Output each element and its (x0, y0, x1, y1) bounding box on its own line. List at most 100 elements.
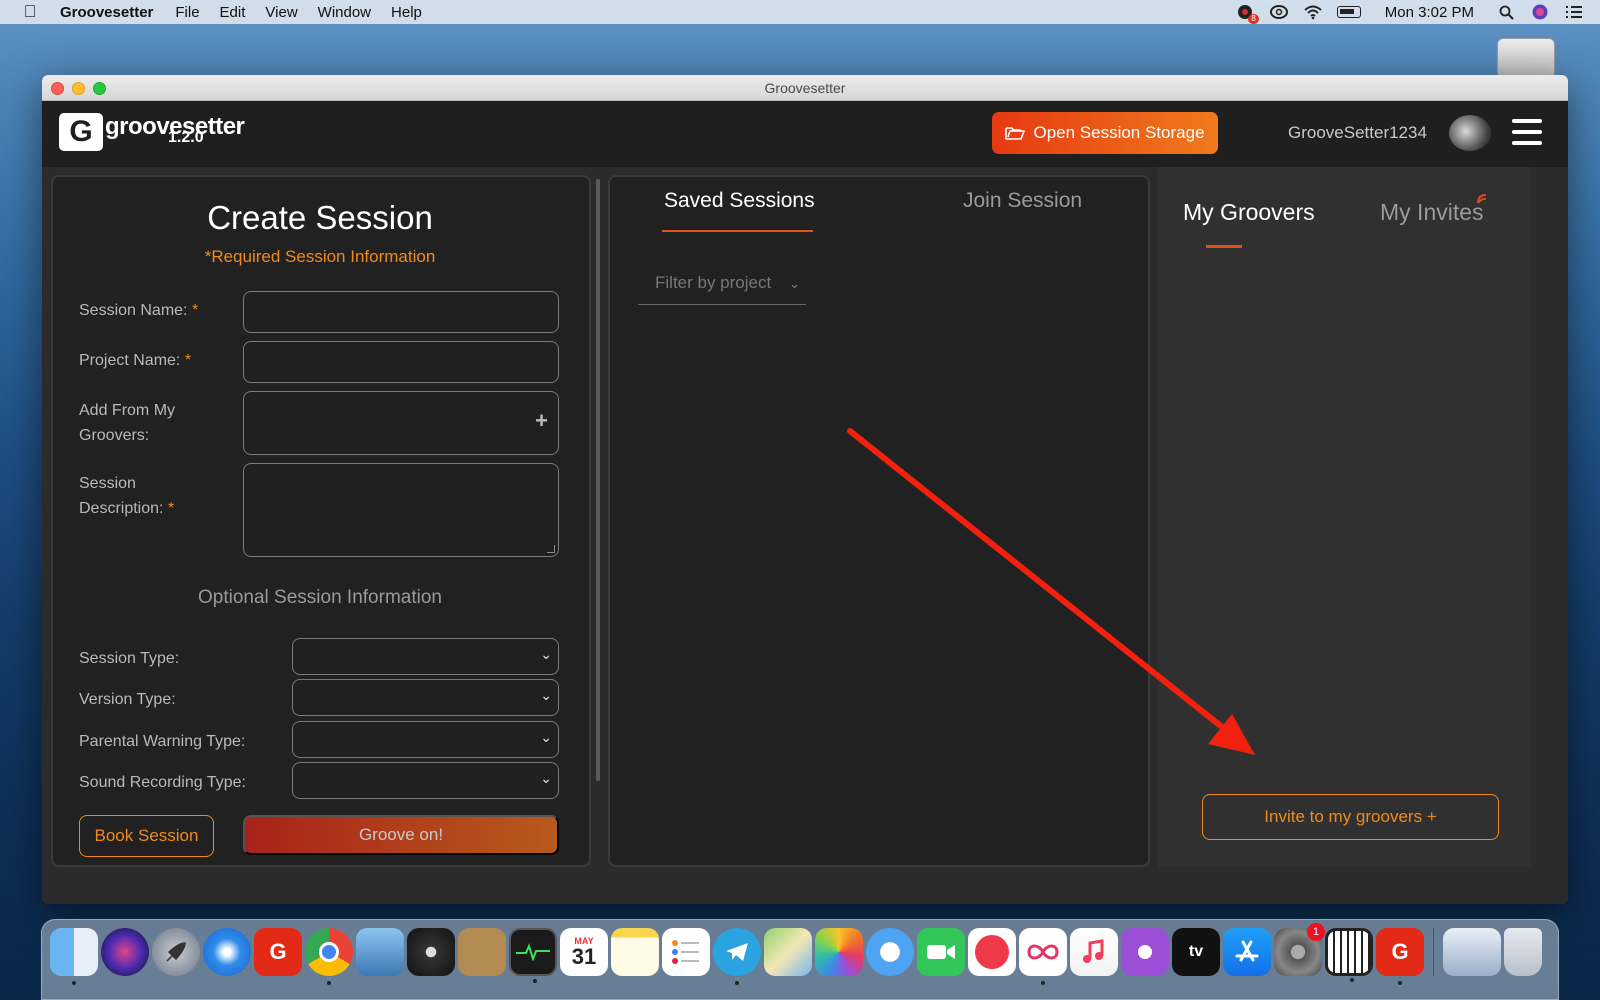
add-groovers-label-line1: Add From My (79, 402, 176, 419)
launchpad-icon[interactable] (152, 928, 200, 976)
sound-recording-select[interactable]: ⌄ (292, 762, 559, 799)
session-description-textarea[interactable] (243, 463, 559, 557)
contacts-icon[interactable] (458, 928, 506, 976)
book-session-button[interactable]: Book Session (79, 815, 214, 857)
filter-by-project-select[interactable]: Filter by project ⌄ (638, 267, 806, 305)
safari-icon[interactable] (203, 928, 251, 976)
tv-icon[interactable]: tv (1172, 928, 1220, 976)
invite-to-groovers-button[interactable]: Invite to my groovers + (1202, 794, 1499, 840)
parental-warning-select[interactable]: ⌄ (292, 721, 559, 758)
tv-label: tv (1188, 943, 1204, 960)
required-star: * (167, 500, 175, 517)
settings-badge: 1 (1307, 923, 1325, 941)
add-groovers-label-line2: Groovers: (79, 427, 150, 444)
tab-join-session[interactable]: Join Session (963, 189, 1082, 213)
session-name-input[interactable] (243, 291, 559, 333)
creative-cloud-icon[interactable] (1269, 4, 1289, 20)
session-name-label-text: Session Name: (79, 302, 188, 319)
optional-info-title: Optional Session Information (198, 587, 442, 608)
tab-my-groovers[interactable]: My Groovers (1183, 199, 1315, 226)
chrome-icon[interactable] (305, 928, 353, 985)
session-description-label-line2: Description: (79, 500, 164, 517)
trash-icon[interactable] (1504, 928, 1542, 976)
notes-icon[interactable] (611, 928, 659, 976)
hard-drive-desktop-icon[interactable] (1497, 38, 1555, 78)
groovesetter-icon[interactable]: G (254, 928, 302, 976)
create-panel-scrollbar[interactable] (596, 179, 600, 781)
window-minimize-button[interactable] (72, 82, 85, 95)
add-groovers-label: Add From My Groovers: (79, 398, 175, 448)
menu-edit[interactable]: Edit (220, 4, 246, 21)
wifi-icon[interactable] (1303, 4, 1323, 20)
activity-monitor-icon[interactable] (509, 928, 557, 983)
menubar-clock[interactable]: Mon 3:02 PM (1385, 4, 1474, 21)
required-star: * (191, 302, 199, 319)
menubar-app-name[interactable]: Groovesetter (60, 4, 153, 21)
session-type-select[interactable]: ⌄ (292, 638, 559, 675)
create-session-panel: Create Session *Required Session Informa… (51, 175, 600, 867)
chevron-down-icon: ⌄ (540, 687, 552, 703)
groovesetter-icon[interactable]: G (1376, 928, 1424, 985)
chevron-down-icon: ⌄ (789, 276, 800, 291)
podcasts-icon[interactable] (1121, 928, 1169, 976)
window-zoom-button[interactable] (93, 82, 106, 95)
system-preferences-icon[interactable]: 1 (1274, 923, 1325, 976)
menubar-status-area: 8 Mon 3:02 PM (1235, 0, 1584, 24)
add-groover-plus-icon[interactable]: + (535, 408, 548, 434)
photos-icon[interactable] (815, 928, 863, 976)
spotlight-search-icon[interactable] (1496, 4, 1516, 20)
app-window: Groovesetter G groovesetter 1.2.0 Open S… (42, 75, 1568, 904)
version-type-select[interactable]: ⌄ (292, 679, 559, 716)
session-name-label: Session Name: * (79, 298, 198, 323)
add-groovers-input[interactable]: + (243, 391, 559, 455)
menu-file[interactable]: File (175, 4, 199, 21)
macos-menubar:  Groovesetter File Edit View Window Hel… (0, 0, 1600, 24)
session-description-label: Session Description: * (79, 471, 174, 521)
battery-icon[interactable] (1336, 6, 1361, 18)
reminders-icon[interactable] (662, 928, 710, 976)
apple-icon[interactable]:  (0, 2, 60, 22)
maps-icon[interactable] (764, 928, 812, 976)
sessions-panel: Saved Sessions Join Session Filter by pr… (608, 175, 1150, 867)
window-titlebar: Groovesetter (42, 75, 1568, 101)
menu-window[interactable]: Window (318, 4, 371, 21)
infinity-icon[interactable] (1019, 928, 1067, 985)
app-store-icon[interactable] (1223, 928, 1271, 976)
logo-mark-icon: G (59, 113, 103, 151)
groovesetter-logo[interactable]: G groovesetter (59, 113, 245, 151)
downloads-icon[interactable] (1443, 928, 1501, 976)
finder-icon[interactable] (50, 928, 98, 985)
news-icon[interactable] (968, 928, 1016, 976)
tab-saved-sessions[interactable]: Saved Sessions (664, 189, 815, 213)
menu-view[interactable]: View (265, 4, 297, 21)
open-session-storage-button[interactable]: Open Session Storage (992, 112, 1218, 154)
piano-icon[interactable] (1325, 928, 1373, 982)
notification-app-icon[interactable]: 8 (1235, 4, 1259, 24)
menu-help[interactable]: Help (391, 4, 422, 21)
tab-my-invites[interactable]: My Invites (1380, 199, 1484, 226)
username[interactable]: GrooveSetter1234 (1288, 123, 1427, 143)
siri-menubar-icon[interactable] (1530, 4, 1550, 20)
textarea-resize-handle[interactable] (547, 545, 555, 553)
messages-icon[interactable] (866, 928, 914, 976)
dvd-player-icon[interactable] (407, 928, 455, 976)
hamburger-menu-icon[interactable] (1512, 119, 1542, 145)
macos-dock: G MAY 31 tv 1 G (41, 919, 1559, 1000)
window-title: Groovesetter (764, 80, 846, 96)
calendar-icon[interactable]: MAY 31 (560, 928, 608, 976)
control-list-icon[interactable] (1564, 4, 1584, 20)
calendar-day: 31 (571, 944, 597, 969)
notification-badge: 8 (1248, 14, 1259, 24)
telegram-icon[interactable] (713, 928, 761, 985)
dock-separator (1433, 928, 1434, 976)
music-icon[interactable] (1070, 928, 1118, 976)
window-close-button[interactable] (51, 82, 64, 95)
avatar[interactable] (1449, 115, 1491, 151)
project-name-input[interactable] (243, 341, 559, 383)
facetime-icon[interactable] (917, 928, 965, 976)
active-tab-indicator (1206, 245, 1242, 248)
groove-on-button[interactable]: Groove on! (243, 815, 559, 855)
siri-icon[interactable] (101, 928, 149, 976)
version-type-label: Version Type: (79, 691, 176, 708)
preview-icon[interactable] (356, 928, 404, 976)
